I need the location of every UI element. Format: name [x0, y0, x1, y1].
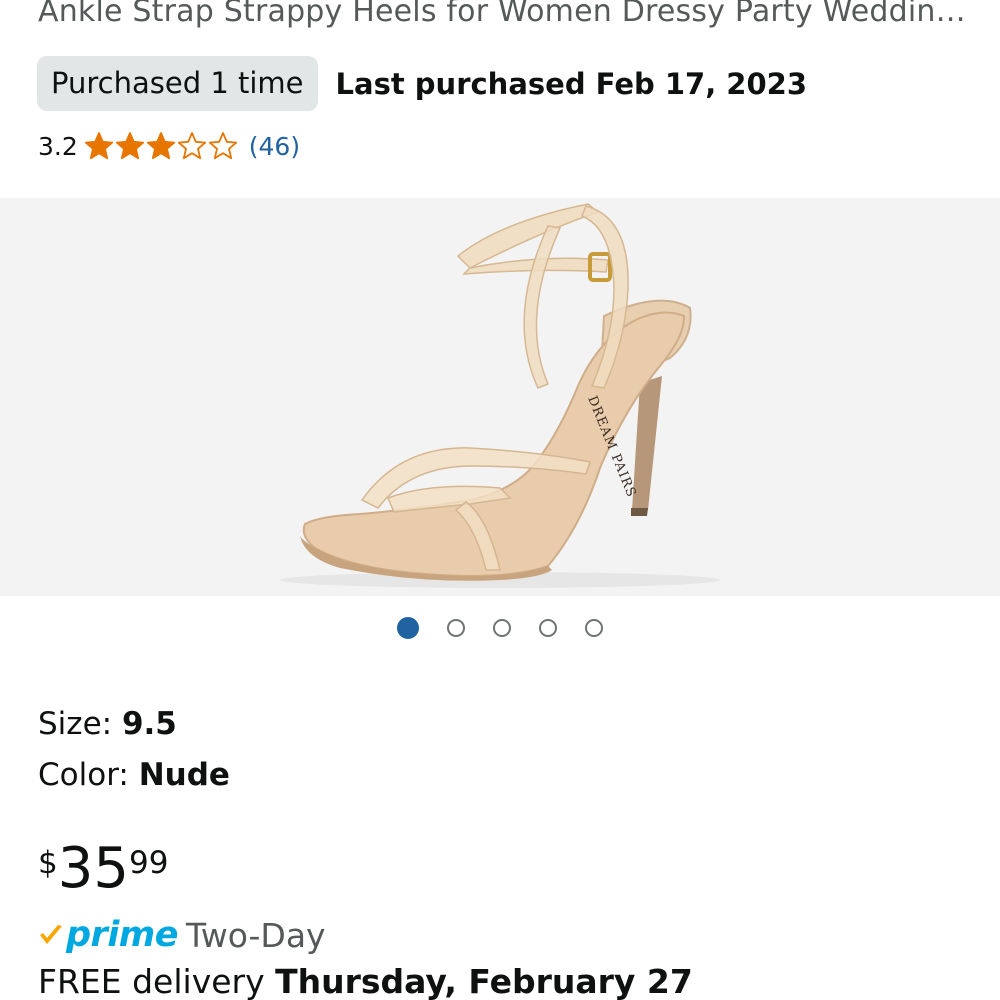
last-purchased-text: Last purchased Feb 17, 2023	[335, 66, 808, 101]
star-rating[interactable]	[84, 131, 239, 161]
carousel-dot[interactable]	[397, 617, 419, 639]
purchase-history-row: Purchased 1 time Last purchased Feb 17, …	[37, 56, 807, 111]
prime-logo-text: prime	[66, 915, 179, 955]
star-filled-icon	[146, 132, 175, 160]
product-image[interactable]: DREAM PAIRS	[0, 198, 1000, 596]
color-label: Color:	[38, 757, 139, 793]
price-fraction: 99	[129, 845, 169, 881]
prime-check-icon	[40, 925, 62, 944]
product-title[interactable]: Ankle Strap Strappy Heels for Women Dres…	[38, 0, 978, 29]
purchased-badge[interactable]: Purchased 1 time	[37, 56, 318, 111]
delivery-date: Thursday, February 27	[275, 962, 693, 1000]
carousel-dot[interactable]	[447, 619, 465, 637]
price: $ 35 99	[38, 838, 168, 900]
star-filled-icon	[115, 132, 144, 160]
product-detail-page: Ankle Strap Strappy Heels for Women Dres…	[0, 0, 1000, 1000]
rating-row[interactable]: 3.2 (46)	[38, 126, 300, 166]
size-value: 9.5	[121, 706, 177, 742]
image-carousel-dots[interactable]	[0, 616, 1000, 640]
prime-badge-row: prime Two-Day	[38, 912, 326, 958]
strappy-heel-sandal-image: DREAM PAIRS	[0, 198, 1000, 596]
review-count-link[interactable]: (46)	[249, 132, 300, 161]
carousel-dot[interactable]	[493, 619, 511, 637]
rating-value: 3.2	[38, 131, 78, 161]
star-filled-icon	[84, 132, 113, 160]
carousel-dot[interactable]	[585, 619, 603, 637]
size-label: Size:	[38, 706, 122, 742]
color-value: Nude	[138, 757, 230, 793]
star-empty-icon	[208, 132, 237, 160]
delivery-prefix: FREE delivery	[38, 962, 276, 1000]
price-whole: 35	[57, 836, 129, 901]
delivery-info: FREE delivery Thursday, February 27	[38, 962, 693, 1000]
star-empty-icon	[177, 132, 206, 160]
color-variation: Color: Nude	[38, 757, 230, 793]
size-variation: Size: 9.5	[38, 706, 177, 742]
carousel-dot[interactable]	[539, 619, 557, 637]
prime-delivery-type: Two-Day	[186, 915, 326, 955]
price-currency-symbol: $	[38, 845, 58, 881]
